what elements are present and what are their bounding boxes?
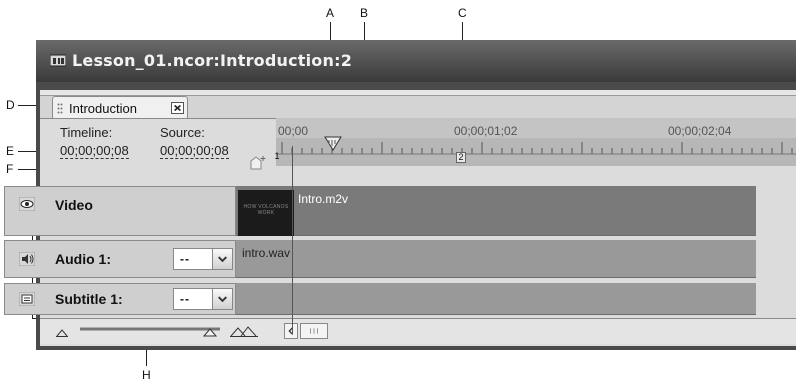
chevron-down-icon[interactable]: [212, 249, 232, 269]
zoom-in-icon[interactable]: [230, 325, 258, 337]
callout-h: H: [142, 368, 151, 382]
timeline-label: Timeline:: [60, 125, 113, 140]
tab-label: Introduction: [69, 101, 137, 116]
video-clip-label: Intro.m2v: [298, 192, 349, 206]
callout-c: C: [458, 6, 467, 20]
source-timecode[interactable]: 00;00;00;08: [160, 144, 229, 159]
track-name-subtitle-1: Subtitle 1:: [55, 291, 123, 307]
zoom-slider[interactable]: [80, 325, 220, 337]
track-header-video[interactable]: Video: [4, 186, 236, 236]
subtitle-icon[interactable]: [19, 292, 35, 306]
chapter-marker-2[interactable]: 2: [456, 152, 466, 163]
audio-stream-value: --: [180, 252, 190, 266]
video-thumbnail: HOW VOLCANOS WORK: [238, 190, 294, 236]
app-icon: [50, 54, 66, 67]
bottom-bar: [40, 318, 796, 344]
subtitle-stream-select[interactable]: --: [173, 288, 233, 310]
chevron-down-icon[interactable]: [212, 289, 232, 309]
scroll-thumb[interactable]: [300, 323, 328, 339]
callout-b: B: [360, 6, 369, 20]
track-header-audio-1[interactable]: Audio 1: --: [4, 240, 236, 278]
track-lane-audio-1[interactable]: intro.wav: [236, 240, 756, 278]
grip-icon[interactable]: [57, 103, 63, 114]
tab-introduction[interactable]: Introduction: [52, 96, 188, 119]
callout-a: A: [326, 6, 335, 20]
audio-stream-select[interactable]: --: [173, 248, 233, 270]
zoom-out-icon[interactable]: [56, 327, 68, 337]
ruler-ticks: [276, 142, 796, 155]
chapter-marker-1[interactable]: 1: [272, 152, 282, 163]
callout-f: F: [6, 162, 14, 176]
playhead-handle-icon[interactable]: [324, 136, 342, 154]
source-label: Source:: [160, 125, 205, 140]
add-marker-icon[interactable]: [250, 155, 266, 171]
subtitle-stream-value: --: [180, 292, 190, 306]
scroll-left-button[interactable]: [284, 323, 298, 339]
eye-icon[interactable]: [19, 197, 35, 211]
title-bar[interactable]: Lesson_01.ncor:Introduction:2: [36, 40, 796, 82]
track-name-audio-1: Audio 1:: [55, 251, 111, 267]
speaker-icon[interactable]: [19, 252, 35, 266]
track-lane-subtitle-1[interactable]: [236, 283, 756, 315]
callout-d: D: [6, 98, 15, 112]
playhead-line: [292, 146, 293, 334]
callout-e: E: [6, 144, 15, 158]
track-header-subtitle-1[interactable]: Subtitle 1: --: [4, 283, 236, 315]
time-ruler[interactable]: 00;00 00;00;01;02 00;00;02;04 1 2: [274, 118, 796, 166]
track-name-video: Video: [55, 197, 93, 213]
track-lane-video[interactable]: HOW VOLCANOS WORK Intro.m2v: [236, 186, 756, 236]
video-thumbnail-text: HOW VOLCANOS WORK: [243, 204, 289, 216]
window-title: Lesson_01.ncor:Introduction:2: [72, 51, 353, 70]
timeline-timecode[interactable]: 00;00;00;08: [60, 144, 129, 159]
close-icon[interactable]: [171, 102, 184, 114]
audio-clip-label: intro.wav: [242, 246, 291, 260]
